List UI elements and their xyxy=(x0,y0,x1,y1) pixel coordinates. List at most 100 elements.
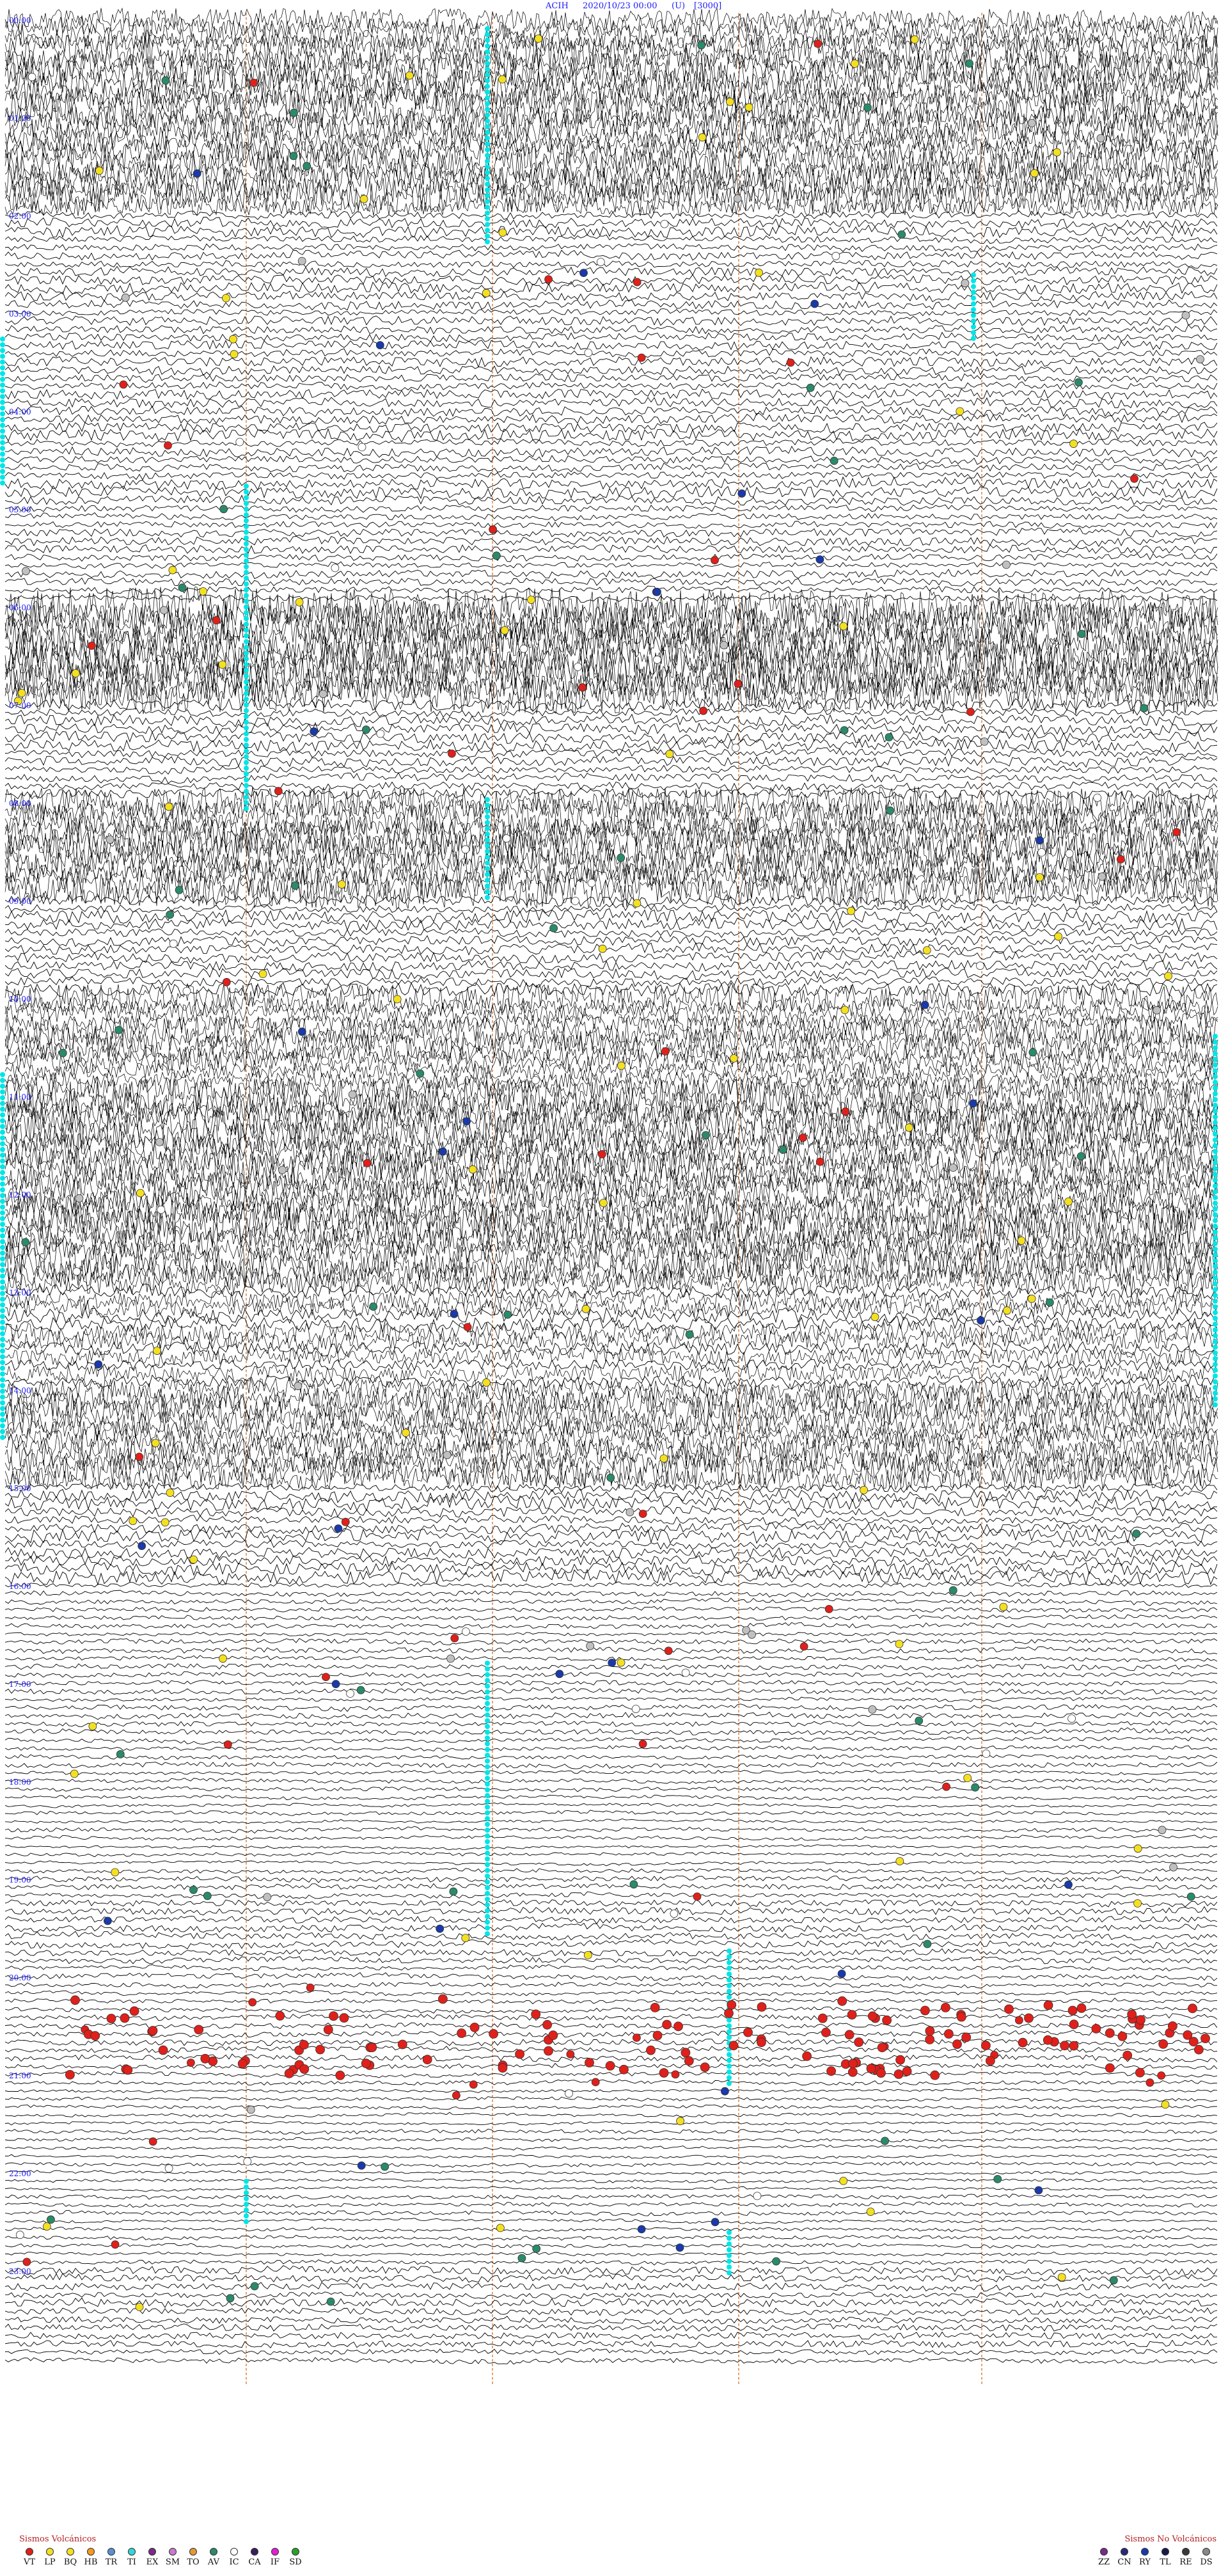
event-marker xyxy=(482,1378,491,1387)
trace-line xyxy=(4,2193,1218,2200)
event-marker-vt xyxy=(548,2030,558,2041)
event-marker xyxy=(961,279,970,288)
calibration-dot xyxy=(485,199,490,204)
trace-line xyxy=(4,825,1218,861)
event-marker xyxy=(169,939,178,948)
event-marker-vt xyxy=(743,2027,753,2037)
event-marker xyxy=(637,353,646,362)
event-marker xyxy=(450,1634,459,1643)
event-marker-vt xyxy=(866,2064,876,2074)
event-marker xyxy=(218,660,227,669)
event-marker xyxy=(531,1076,540,1084)
event-marker xyxy=(446,1654,455,1663)
trace-line xyxy=(4,1703,1218,1712)
calibration-dot xyxy=(1213,1120,1218,1125)
trace-line xyxy=(4,2137,1218,2143)
hour-label: 21:00 xyxy=(9,2071,31,2080)
calibration-dot xyxy=(244,2208,249,2213)
trace-line xyxy=(4,2265,1218,2276)
calibration-dot xyxy=(244,2196,249,2201)
calibration-dot xyxy=(0,1095,5,1100)
calibration-dot xyxy=(1213,1160,1218,1166)
calibration-dot xyxy=(244,547,249,552)
trace-line xyxy=(4,1997,1218,2005)
event-marker xyxy=(1158,1826,1167,1835)
event-marker xyxy=(1133,1899,1142,1908)
calibration-dot xyxy=(727,2259,732,2264)
calibration-dot xyxy=(485,849,490,854)
trace-line xyxy=(4,1494,1218,1512)
calibration-dot xyxy=(0,1176,5,1181)
trace-line xyxy=(4,1427,1218,1450)
calibration-dot xyxy=(1213,1247,1218,1252)
legend-nonvolcanic-zz: ZZ xyxy=(1094,2548,1114,2567)
trace-line xyxy=(4,1883,1218,1890)
legend-volcanic-to: TO xyxy=(183,2548,203,2567)
trace-line xyxy=(4,713,1218,728)
calibration-dot xyxy=(971,278,976,283)
event-marker xyxy=(22,2257,31,2266)
calibration-dot xyxy=(0,1406,5,1411)
event-marker xyxy=(235,438,244,446)
trace-line xyxy=(4,504,1218,513)
calibration-dot xyxy=(485,1695,490,1700)
event-marker xyxy=(1034,2186,1043,2195)
event-marker xyxy=(193,169,201,178)
calibration-dot xyxy=(0,1130,5,1135)
calibration-dot xyxy=(1213,1126,1218,1131)
calibration-dot xyxy=(1213,1045,1218,1050)
event-marker-vt xyxy=(120,2013,130,2023)
event-marker-vt xyxy=(323,2025,333,2035)
event-marker xyxy=(42,2222,51,2231)
event-marker xyxy=(806,383,815,392)
event-marker xyxy=(182,987,191,995)
trace-line xyxy=(4,1834,1218,1841)
event-marker xyxy=(250,2282,259,2291)
trace-line xyxy=(4,406,1218,417)
calibration-dot xyxy=(485,889,490,894)
event-marker-vt xyxy=(877,2043,887,2053)
event-marker xyxy=(581,1304,590,1313)
trace-line xyxy=(4,1802,1218,1809)
legend-nonvolcanic-code: CN xyxy=(1117,2557,1131,2567)
event-marker xyxy=(711,2218,720,2227)
trace-line xyxy=(4,1868,1218,1875)
event-marker xyxy=(326,2297,335,2306)
event-marker xyxy=(402,1428,410,1437)
calibration-dot xyxy=(0,394,5,399)
event-marker xyxy=(1116,855,1125,864)
event-marker xyxy=(230,350,239,359)
calibration-dot xyxy=(0,457,5,462)
event-marker xyxy=(489,525,497,534)
event-marker xyxy=(1030,169,1039,178)
event-marker-vt xyxy=(1043,2035,1053,2045)
event-marker xyxy=(1157,2071,1166,2080)
event-marker-vt xyxy=(882,2015,892,2025)
hour-label: 20:00 xyxy=(9,1973,31,1982)
event-marker xyxy=(439,1147,447,1156)
trace-line xyxy=(4,1631,1218,1637)
calibration-dot xyxy=(0,336,5,342)
legend-nonvolcanic-cn: CN xyxy=(1114,2548,1135,2567)
trace-line xyxy=(4,1646,1218,1655)
calibration-dot xyxy=(244,2213,249,2218)
calibration-dot xyxy=(485,90,490,95)
trace-line xyxy=(4,324,1218,335)
calibration-dot xyxy=(0,1325,5,1331)
event-marker-vt xyxy=(757,2037,766,2048)
trace-line xyxy=(4,1818,1218,1824)
hour-label: 19:00 xyxy=(9,1876,31,1885)
calibration-dot xyxy=(485,1868,490,1873)
event-marker xyxy=(153,1347,161,1355)
legend-volcanic-ti: TI xyxy=(122,2548,142,2567)
trace-line xyxy=(4,722,1218,736)
event-marker-vt xyxy=(847,2067,858,2077)
calibration-dot xyxy=(485,895,490,900)
event-marker xyxy=(331,564,340,573)
event-marker xyxy=(338,880,346,889)
event-marker xyxy=(1027,1294,1036,1303)
calibration-dot xyxy=(485,1735,490,1741)
event-marker xyxy=(295,598,304,606)
calibration-dot xyxy=(485,164,490,170)
event-marker xyxy=(860,1485,868,1494)
